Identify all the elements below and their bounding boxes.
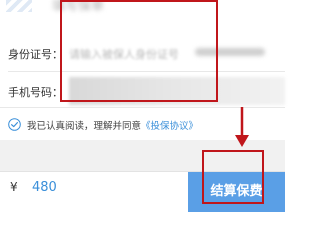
check-circle-icon[interactable] bbox=[8, 118, 21, 131]
top-header: 填写保单 bbox=[0, 0, 285, 40]
phone-number-label: 手机号码： bbox=[8, 86, 63, 99]
agreement-statement: 我已认真阅读，理解并同意 bbox=[27, 121, 142, 132]
blurred-id-text bbox=[195, 48, 265, 56]
settle-premium-button[interactable]: 结算保费 bbox=[188, 172, 285, 212]
agreement-row: 我已认真阅读，理解并同意《投保协议》 bbox=[0, 110, 285, 140]
currency-symbol: ¥ bbox=[10, 180, 18, 194]
stripe-decoration bbox=[6, 0, 32, 12]
divider bbox=[0, 107, 285, 108]
agreement-text: 我已认真阅读，理解并同意《投保协议》 bbox=[27, 118, 198, 132]
checkout-bar: ¥ 480 结算保费 bbox=[0, 171, 285, 212]
divider bbox=[8, 71, 285, 72]
phone-number-input[interactable] bbox=[69, 77, 285, 105]
id-number-label: 身份证号： bbox=[8, 48, 63, 61]
spacer-area bbox=[0, 140, 285, 171]
page-title: 填写保单 bbox=[52, 0, 105, 14]
insurance-agreement-link[interactable]: 《投保协议》 bbox=[141, 121, 198, 132]
premium-price: 480 bbox=[32, 180, 57, 195]
